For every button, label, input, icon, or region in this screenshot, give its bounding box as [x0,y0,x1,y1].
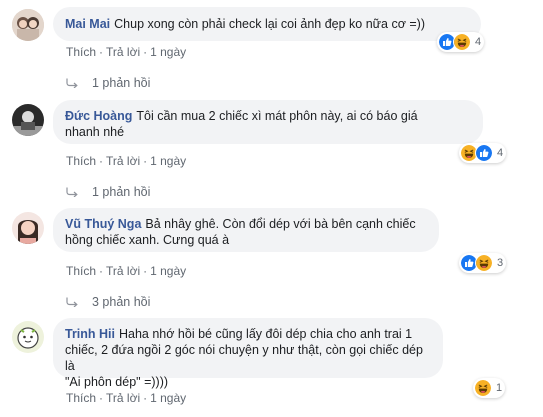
comment-actions: Thích · Trả lời · 1 ngày [66,45,187,59]
like-icon [475,144,493,162]
comment-time[interactable]: 1 ngày [150,154,186,168]
haha-icon [475,254,493,272]
comment-text: Haha nhớ hồi bé cũng lấy đôi dép chia ch… [119,327,413,341]
reply-button[interactable]: Trả lời [106,45,140,59]
reply-arrow-icon [66,187,78,197]
comment-author[interactable]: Vũ Thuý Nga [65,217,141,231]
view-replies-link[interactable]: 3 phản hồi [66,295,150,309]
reply-arrow-icon [66,78,78,88]
comment-author[interactable]: Trinh Hii [65,327,115,341]
reply-button[interactable]: Trả lời [106,264,140,278]
comment-text: chiếc, 2 đứa ngồi 2 góc nói chuyện y như… [65,343,423,373]
avatar[interactable] [12,104,44,136]
replies-count[interactable]: 1 phản hồi [92,185,150,199]
replies-count[interactable]: 1 phản hồi [92,76,150,90]
haha-icon [474,379,492,397]
like-button[interactable]: Thích [66,391,96,405]
reaction-count: 1 [496,382,503,394]
reaction-count: 4 [475,36,482,48]
comment-time[interactable]: 1 ngày [150,391,186,405]
comment-bubble: Đức Hoàng Tôi cần mua 2 chiếc xì mát phôn… [53,100,483,144]
view-replies-link[interactable]: 1 phản hồi [66,76,150,90]
like-button[interactable]: Thích [66,45,96,59]
reaction-summary[interactable]: 3 [459,253,507,273]
reaction-summary[interactable]: 4 [437,32,485,52]
reaction-summary[interactable]: 1 [473,378,506,398]
avatar[interactable] [12,9,44,41]
like-button[interactable]: Thích [66,154,96,168]
comment-bubble: Mai Mai Chup xong còn phải check lại coi … [53,7,481,41]
comment-actions: Thích · Trả lời · 1 ngày [66,154,187,168]
comment-text: Bả nhây ghê. Còn đổi dép với bà bên cạnh… [145,217,416,231]
comment-author[interactable]: Mai Mai [65,17,110,31]
comment-bubble: Vũ Thuý Nga Bả nhây ghê. Còn đổi dép với … [53,208,439,252]
reaction-summary[interactable]: 4 [459,143,507,163]
reaction-count: 3 [497,257,504,269]
comment-text: "Ai phôn dép" =)))) [65,375,169,389]
comment-time[interactable]: 1 ngày [150,264,186,278]
reply-button[interactable]: Trả lời [106,154,140,168]
comment-text: hồng chiếc xanh. Cưng quá à [65,233,230,247]
comment-time[interactable]: 1 ngày [150,45,186,59]
avatar[interactable] [12,321,44,353]
reaction-count: 4 [497,147,504,159]
comment-actions: Thích · Trả lời · 1 ngày [66,391,187,405]
reply-arrow-icon [66,297,78,307]
reply-button[interactable]: Trả lời [106,391,140,405]
comment-text: Chup xong còn phải check lại coi ảnh đẹp… [114,17,426,31]
comment-bubble: Trinh Hii Haha nhớ hồi bé cũng lấy đôi dé… [53,318,443,389]
view-replies-link[interactable]: 1 phản hồi [66,185,150,199]
replies-count[interactable]: 3 phản hồi [92,295,150,309]
comment-actions: Thích · Trả lời · 1 ngày [66,264,187,278]
comment-text: nhanh nhé [65,125,125,139]
comment-text: Tôi cần mua 2 chiếc xì mát phôn này, ai … [136,109,418,123]
haha-icon [453,33,471,51]
avatar[interactable] [12,212,44,244]
like-button[interactable]: Thích [66,264,96,278]
comment-author[interactable]: Đức Hoàng [65,109,132,123]
